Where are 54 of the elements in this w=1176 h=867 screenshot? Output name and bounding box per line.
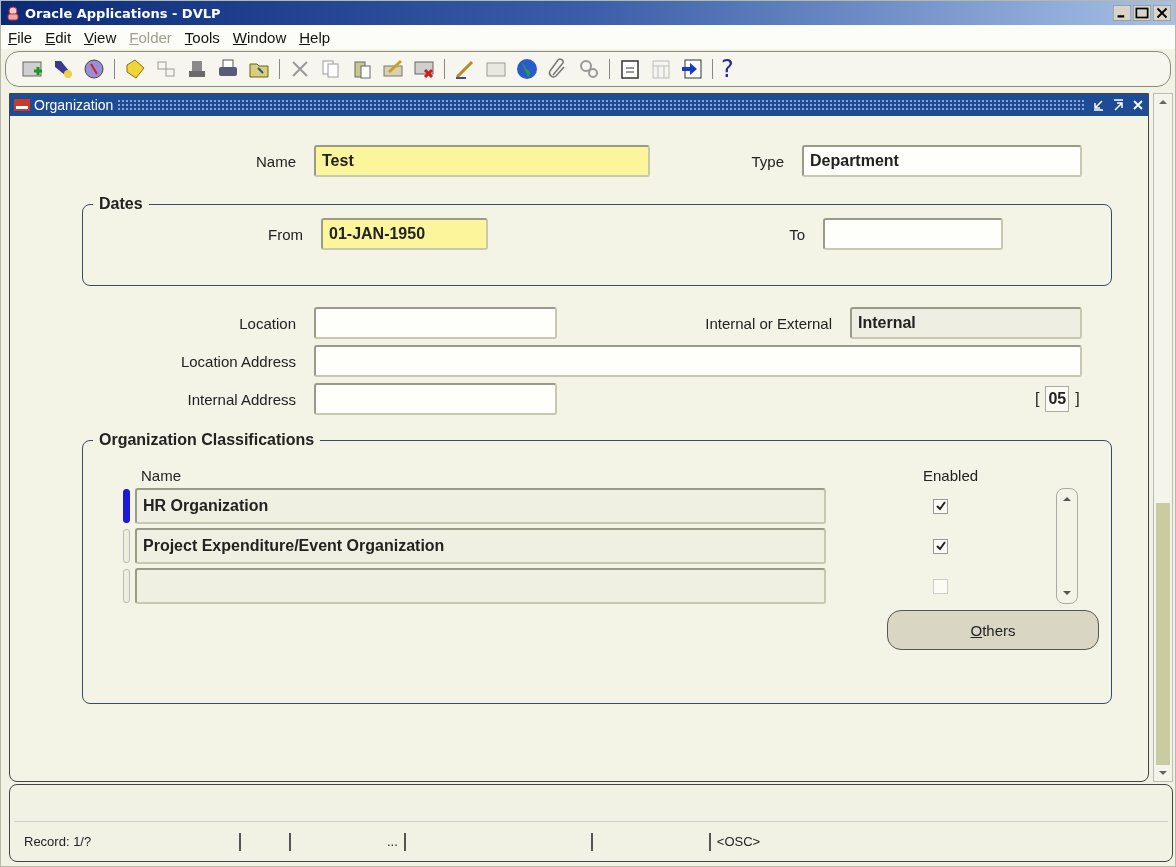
location-address-field[interactable] [314, 345, 1082, 377]
menu-item[interactable]: Edit [45, 28, 72, 46]
field-label: To [788, 225, 806, 243]
bracket: [ [1035, 390, 1040, 408]
close-icon[interactable] [1153, 5, 1171, 21]
classification-name-field[interactable]: Project Expenditure/Event Organization [135, 528, 826, 564]
field-label: Name [255, 152, 297, 170]
record-indicator[interactable] [123, 489, 130, 523]
internal-external-field[interactable]: Internal [850, 307, 1082, 339]
bracket: ] [1075, 390, 1080, 408]
menu-item[interactable]: Help [299, 28, 331, 46]
menu-item[interactable]: File [8, 28, 33, 46]
globe-icon[interactable] [515, 57, 539, 81]
classification-name-field[interactable]: HR Organization [135, 488, 826, 524]
app-logo-icon [14, 99, 30, 111]
arrow-icon[interactable] [680, 57, 704, 81]
group-title: Organization Classifications [93, 431, 321, 449]
form-title: Organization [34, 97, 114, 113]
window-title: Oracle Applications - DVLP [25, 5, 222, 21]
column-header: Enabled [923, 467, 979, 484]
status-ellipsis: ... [387, 833, 399, 851]
help-icon[interactable]: ? [721, 57, 734, 81]
type-field[interactable]: Department [802, 145, 1082, 177]
field-label: Internal or External [704, 314, 833, 332]
app-icon [5, 5, 21, 21]
name-field[interactable]: Test [314, 145, 650, 177]
count-field[interactable]: 05 [1045, 386, 1070, 412]
to-date-field[interactable] [823, 218, 1003, 250]
field-label: From [267, 225, 304, 243]
others-button[interactable]: Others [887, 610, 1099, 650]
minimize-icon[interactable] [1113, 5, 1131, 21]
field-label: Internal Address [186, 390, 297, 408]
internal-address-field[interactable] [314, 383, 557, 415]
classification-name-field[interactable] [135, 568, 826, 604]
mode-status: <OSC> [708, 832, 761, 851]
record-status: Record: 1/? [24, 834, 93, 849]
scroll-down-icon[interactable] [1158, 769, 1168, 777]
scrollbar[interactable] [1056, 488, 1078, 604]
scrollbar[interactable] [1153, 93, 1173, 782]
from-date-field[interactable]: 01-JAN-1950 [321, 218, 488, 250]
field-label: Type [750, 152, 785, 170]
scroll-up-icon[interactable] [1158, 98, 1168, 106]
checkbox[interactable] [933, 498, 948, 514]
menu-item[interactable]: View [84, 28, 117, 46]
field-label: Location [238, 314, 297, 332]
location-field[interactable] [314, 307, 557, 339]
menu-item[interactable]: Tools [184, 28, 220, 46]
maximize-icon[interactable] [1133, 5, 1151, 21]
menu-item[interactable]: Window [232, 28, 287, 46]
checkbox[interactable] [933, 538, 948, 554]
column-header: Name [141, 467, 181, 484]
scroll-up-icon[interactable] [1062, 495, 1072, 503]
field-label: Location Address [179, 352, 297, 370]
scroll-down-icon[interactable] [1062, 589, 1072, 597]
